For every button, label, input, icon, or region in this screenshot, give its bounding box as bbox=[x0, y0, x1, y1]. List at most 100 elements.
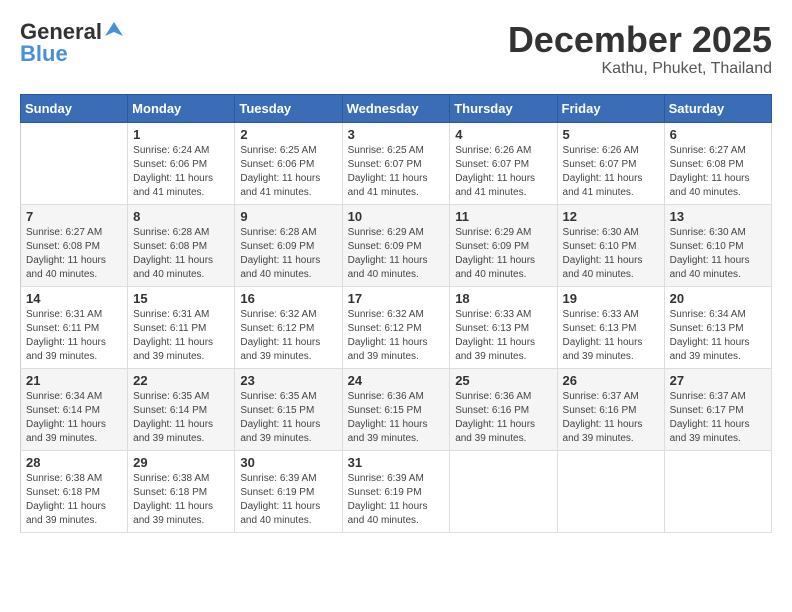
day-info: Sunrise: 6:37 AMSunset: 6:17 PMDaylight:… bbox=[670, 390, 766, 446]
day-number: 17 bbox=[348, 291, 445, 306]
day-info: Sunrise: 6:29 AMSunset: 6:09 PMDaylight:… bbox=[455, 226, 551, 282]
day-info: Sunrise: 6:37 AMSunset: 6:16 PMDaylight:… bbox=[563, 390, 659, 446]
day-number: 13 bbox=[670, 209, 766, 224]
calendar-cell: 30 Sunrise: 6:39 AMSunset: 6:19 PMDayligh… bbox=[235, 450, 342, 532]
week-row-1: 1 Sunrise: 6:24 AMSunset: 6:06 PMDaylight… bbox=[21, 122, 772, 204]
day-number: 5 bbox=[563, 127, 659, 142]
day-number: 27 bbox=[670, 373, 766, 388]
day-number: 3 bbox=[348, 127, 445, 142]
calendar-cell: 9Sunrise: 6:28 AMSunset: 6:09 PMDaylight… bbox=[235, 204, 342, 286]
calendar-cell: 28Sunrise: 6:38 AMSunset: 6:18 PMDayligh… bbox=[21, 450, 128, 532]
title-area: December 2025 Kathu, Phuket, Thailand bbox=[508, 20, 772, 78]
calendar-cell: 22Sunrise: 6:35 AMSunset: 6:14 PMDayligh… bbox=[128, 368, 235, 450]
page-header: General Blue December 2025 Kathu, Phuket… bbox=[20, 20, 772, 78]
calendar-cell: 19 Sunrise: 6:33 AMSunset: 6:13 PMDayligh… bbox=[557, 286, 664, 368]
calendar-cell: 4 Sunrise: 6:26 AMSunset: 6:07 PMDaylight… bbox=[450, 122, 557, 204]
weekday-header-friday: Friday bbox=[557, 94, 664, 122]
day-info: Sunrise: 6:30 AMSunset: 6:10 PMDaylight:… bbox=[563, 226, 659, 282]
day-info: Sunrise: 6:32 AMSunset: 6:12 PMDaylight:… bbox=[348, 308, 445, 364]
day-number: 14 bbox=[26, 291, 122, 306]
weekday-header-wednesday: Wednesday bbox=[342, 94, 450, 122]
calendar-cell: 20 Sunrise: 6:34 AMSunset: 6:13 PMDayligh… bbox=[664, 286, 771, 368]
day-number: 20 bbox=[670, 291, 766, 306]
calendar-cell: 17 Sunrise: 6:32 AMSunset: 6:12 PMDayligh… bbox=[342, 286, 450, 368]
day-info: Sunrise: 6:38 AMSunset: 6:18 PMDaylight:… bbox=[133, 472, 229, 528]
calendar-cell: 13 Sunrise: 6:30 AMSunset: 6:10 PMDayligh… bbox=[664, 204, 771, 286]
day-number: 16 bbox=[240, 291, 336, 306]
day-info: Sunrise: 6:27 AMSunset: 6:08 PMDaylight:… bbox=[26, 226, 122, 282]
weekday-header-row: SundayMondayTuesdayWednesdayThursdayFrid… bbox=[21, 94, 772, 122]
day-number: 15 bbox=[133, 291, 229, 306]
week-row-4: 21Sunrise: 6:34 AMSunset: 6:14 PMDayligh… bbox=[21, 368, 772, 450]
day-info: Sunrise: 6:38 AMSunset: 6:18 PMDaylight:… bbox=[26, 472, 122, 528]
day-number: 6 bbox=[670, 127, 766, 142]
month-title: December 2025 bbox=[508, 20, 772, 60]
logo-blue-text: Blue bbox=[20, 43, 68, 65]
calendar-cell: 23 Sunrise: 6:35 AMSunset: 6:15 PMDayligh… bbox=[235, 368, 342, 450]
day-info: Sunrise: 6:27 AMSunset: 6:08 PMDaylight:… bbox=[670, 144, 766, 200]
calendar-cell: 3 Sunrise: 6:25 AMSunset: 6:07 PMDaylight… bbox=[342, 122, 450, 204]
day-number: 22 bbox=[133, 373, 229, 388]
weekday-header-sunday: Sunday bbox=[21, 94, 128, 122]
day-number: 30 bbox=[240, 455, 336, 470]
day-number: 7 bbox=[26, 209, 122, 224]
calendar-cell: 5 Sunrise: 6:26 AMSunset: 6:07 PMDaylight… bbox=[557, 122, 664, 204]
calendar-table: SundayMondayTuesdayWednesdayThursdayFrid… bbox=[20, 94, 772, 533]
day-number: 2 bbox=[240, 127, 336, 142]
calendar-cell: 11 Sunrise: 6:29 AMSunset: 6:09 PMDayligh… bbox=[450, 204, 557, 286]
calendar-cell: 16Sunrise: 6:32 AMSunset: 6:12 PMDayligh… bbox=[235, 286, 342, 368]
day-number: 29 bbox=[133, 455, 229, 470]
day-info: Sunrise: 6:31 AMSunset: 6:11 PMDaylight:… bbox=[133, 308, 229, 364]
weekday-header-monday: Monday bbox=[128, 94, 235, 122]
calendar-cell: 7 Sunrise: 6:27 AMSunset: 6:08 PMDaylight… bbox=[21, 204, 128, 286]
day-info: Sunrise: 6:28 AMSunset: 6:08 PMDaylight:… bbox=[133, 226, 229, 282]
weekday-header-tuesday: Tuesday bbox=[235, 94, 342, 122]
day-info: Sunrise: 6:24 AMSunset: 6:06 PMDaylight:… bbox=[133, 144, 229, 200]
calendar-cell: 8 Sunrise: 6:28 AMSunset: 6:08 PMDaylight… bbox=[128, 204, 235, 286]
week-row-3: 14 Sunrise: 6:31 AMSunset: 6:11 PMDayligh… bbox=[21, 286, 772, 368]
weekday-header-saturday: Saturday bbox=[664, 94, 771, 122]
day-info: Sunrise: 6:35 AMSunset: 6:15 PMDaylight:… bbox=[240, 390, 336, 446]
day-number: 31 bbox=[348, 455, 445, 470]
day-number: 4 bbox=[455, 127, 551, 142]
day-number: 19 bbox=[563, 291, 659, 306]
calendar-cell: 6 Sunrise: 6:27 AMSunset: 6:08 PMDaylight… bbox=[664, 122, 771, 204]
day-info: Sunrise: 6:30 AMSunset: 6:10 PMDaylight:… bbox=[670, 226, 766, 282]
logo-bird-icon bbox=[105, 20, 123, 38]
day-number: 24 bbox=[348, 373, 445, 388]
day-info: Sunrise: 6:25 AMSunset: 6:07 PMDaylight:… bbox=[348, 144, 445, 200]
calendar-cell: 25Sunrise: 6:36 AMSunset: 6:16 PMDayligh… bbox=[450, 368, 557, 450]
calendar-cell: 14 Sunrise: 6:31 AMSunset: 6:11 PMDayligh… bbox=[21, 286, 128, 368]
day-info: Sunrise: 6:26 AMSunset: 6:07 PMDaylight:… bbox=[563, 144, 659, 200]
calendar-cell: 2 Sunrise: 6:25 AMSunset: 6:06 PMDaylight… bbox=[235, 122, 342, 204]
day-info: Sunrise: 6:34 AMSunset: 6:14 PMDaylight:… bbox=[26, 390, 122, 446]
day-number: 12 bbox=[563, 209, 659, 224]
calendar-cell bbox=[21, 122, 128, 204]
day-number: 10 bbox=[348, 209, 445, 224]
day-info: Sunrise: 6:26 AMSunset: 6:07 PMDaylight:… bbox=[455, 144, 551, 200]
day-info: Sunrise: 6:36 AMSunset: 6:16 PMDaylight:… bbox=[455, 390, 551, 446]
calendar-cell: 26Sunrise: 6:37 AMSunset: 6:16 PMDayligh… bbox=[557, 368, 664, 450]
day-info: Sunrise: 6:34 AMSunset: 6:13 PMDaylight:… bbox=[670, 308, 766, 364]
day-number: 1 bbox=[133, 127, 229, 142]
day-info: Sunrise: 6:25 AMSunset: 6:06 PMDaylight:… bbox=[240, 144, 336, 200]
location-title: Kathu, Phuket, Thailand bbox=[508, 60, 772, 78]
logo-general-text: General bbox=[20, 21, 102, 43]
day-info: Sunrise: 6:33 AMSunset: 6:13 PMDaylight:… bbox=[563, 308, 659, 364]
day-number: 18 bbox=[455, 291, 551, 306]
day-info: Sunrise: 6:31 AMSunset: 6:11 PMDaylight:… bbox=[26, 308, 122, 364]
day-number: 11 bbox=[455, 209, 551, 224]
calendar-cell: 29 Sunrise: 6:38 AMSunset: 6:18 PMDayligh… bbox=[128, 450, 235, 532]
calendar-cell: 15 Sunrise: 6:31 AMSunset: 6:11 PMDayligh… bbox=[128, 286, 235, 368]
calendar-cell: 10 Sunrise: 6:29 AMSunset: 6:09 PMDayligh… bbox=[342, 204, 450, 286]
calendar-cell: 31Sunrise: 6:39 AMSunset: 6:19 PMDayligh… bbox=[342, 450, 450, 532]
day-info: Sunrise: 6:39 AMSunset: 6:19 PMDaylight:… bbox=[240, 472, 336, 528]
day-info: Sunrise: 6:29 AMSunset: 6:09 PMDaylight:… bbox=[348, 226, 445, 282]
day-number: 8 bbox=[133, 209, 229, 224]
calendar-cell bbox=[450, 450, 557, 532]
calendar-cell: 1 Sunrise: 6:24 AMSunset: 6:06 PMDaylight… bbox=[128, 122, 235, 204]
calendar-cell: 24Sunrise: 6:36 AMSunset: 6:15 PMDayligh… bbox=[342, 368, 450, 450]
calendar-cell bbox=[664, 450, 771, 532]
day-number: 23 bbox=[240, 373, 336, 388]
logo: General Blue bbox=[20, 20, 123, 65]
